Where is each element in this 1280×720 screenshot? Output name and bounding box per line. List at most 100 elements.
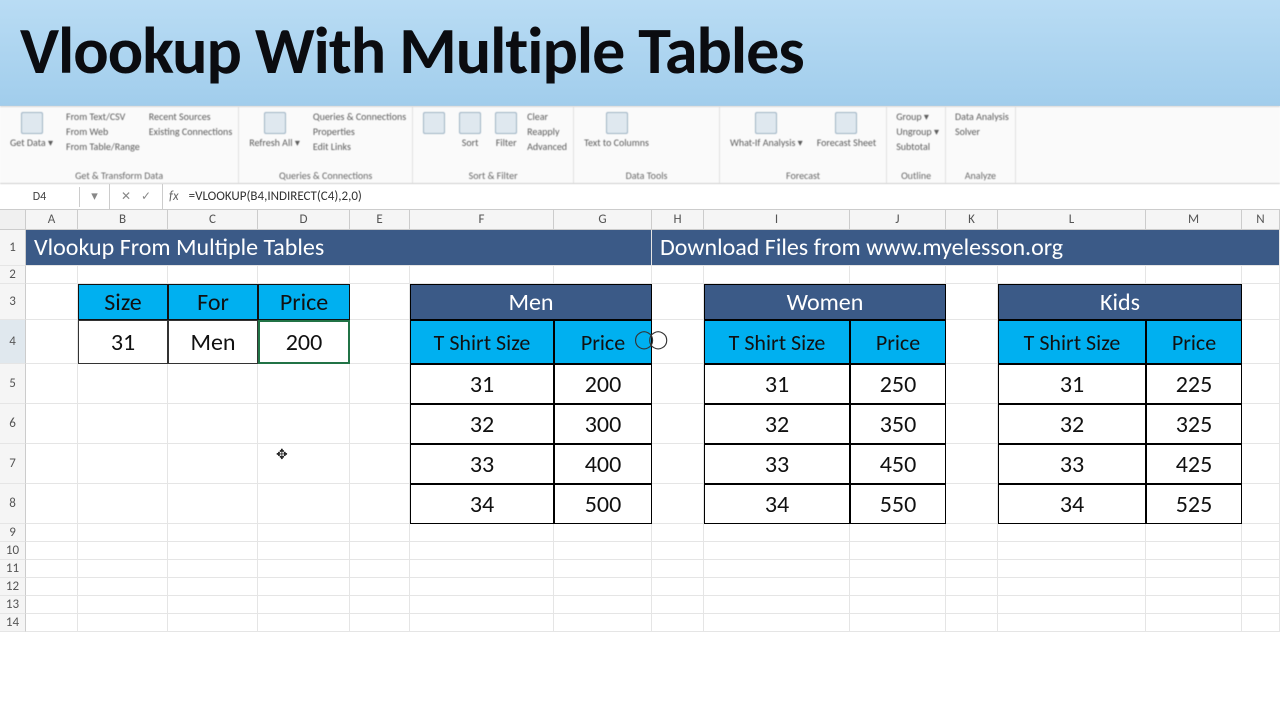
cell-H3[interactable] [652, 284, 704, 320]
col-header-A[interactable]: A [26, 210, 78, 230]
cell-D3[interactable]: Price [258, 284, 350, 320]
cell-N13[interactable] [1242, 596, 1280, 614]
cell-E6[interactable] [350, 404, 410, 444]
cell-L9[interactable] [998, 524, 1146, 542]
cell-G5[interactable]: 200 [554, 364, 652, 404]
cell-K3[interactable] [946, 284, 998, 320]
cell-C6[interactable] [168, 404, 258, 444]
cell-M14[interactable] [1146, 614, 1242, 632]
cell-L2[interactable] [998, 266, 1146, 284]
cell-M7[interactable]: 425 [1146, 444, 1242, 484]
cell-J8[interactable]: 550 [850, 484, 946, 524]
cell-G6[interactable]: 300 [554, 404, 652, 444]
cell-A3[interactable] [26, 284, 78, 320]
cell-I8[interactable]: 34 [704, 484, 850, 524]
cell-H6[interactable] [652, 404, 704, 444]
select-all-corner[interactable] [0, 210, 26, 230]
cell-B11[interactable] [78, 560, 168, 578]
cell-N9[interactable] [1242, 524, 1280, 542]
cell-J9[interactable] [850, 524, 946, 542]
cell-L11[interactable] [998, 560, 1146, 578]
spreadsheet-grid[interactable]: ABCDEFGHIJKLMN 1234567891011121314 Vlook… [0, 210, 1280, 720]
cell-E2[interactable] [350, 266, 410, 284]
cell-A9[interactable] [26, 524, 78, 542]
row-header-14[interactable]: 14 [0, 614, 26, 632]
name-box-dropdown[interactable]: ▾ [80, 184, 110, 209]
cell-F12[interactable] [410, 578, 554, 596]
cell-B9[interactable] [78, 524, 168, 542]
column-headers[interactable]: ABCDEFGHIJKLMN [26, 210, 1280, 230]
cell-B10[interactable] [78, 542, 168, 560]
cell-F5[interactable]: 31 [410, 364, 554, 404]
cell-M9[interactable] [1146, 524, 1242, 542]
cell-A6[interactable] [26, 404, 78, 444]
cell-G8[interactable]: 500 [554, 484, 652, 524]
cell-B12[interactable] [78, 578, 168, 596]
cell-B3[interactable]: Size [78, 284, 168, 320]
cell-C10[interactable] [168, 542, 258, 560]
cell-H9[interactable] [652, 524, 704, 542]
cell-A2[interactable] [26, 266, 78, 284]
cell-D4[interactable]: 200 [258, 320, 350, 364]
row-header-4[interactable]: 4 [0, 320, 26, 364]
cell-H12[interactable] [652, 578, 704, 596]
cell-E8[interactable] [350, 484, 410, 524]
cell-E11[interactable] [350, 560, 410, 578]
cell-B13[interactable] [78, 596, 168, 614]
cell-H14[interactable] [652, 614, 704, 632]
row-header-12[interactable]: 12 [0, 578, 26, 596]
cell-M12[interactable] [1146, 578, 1242, 596]
cell-C4[interactable]: Men [168, 320, 258, 364]
cell-N7[interactable] [1242, 444, 1280, 484]
cell-C2[interactable] [168, 266, 258, 284]
cell-D2[interactable] [258, 266, 350, 284]
cell-A12[interactable] [26, 578, 78, 596]
cell-E7[interactable] [350, 444, 410, 484]
cell-M6[interactable]: 325 [1146, 404, 1242, 444]
cell-B2[interactable] [78, 266, 168, 284]
cell-A4[interactable] [26, 320, 78, 364]
cell-I3[interactable]: Women [704, 284, 946, 320]
cell-M11[interactable] [1146, 560, 1242, 578]
cell-C12[interactable] [168, 578, 258, 596]
cell-M10[interactable] [1146, 542, 1242, 560]
cell-E14[interactable] [350, 614, 410, 632]
cell-A10[interactable] [26, 542, 78, 560]
cell-C3[interactable]: For [168, 284, 258, 320]
cell-D11[interactable] [258, 560, 350, 578]
cell-E3[interactable] [350, 284, 410, 320]
row-header-9[interactable]: 9 [0, 524, 26, 542]
cell-D10[interactable] [258, 542, 350, 560]
cell-J5[interactable]: 250 [850, 364, 946, 404]
cell-M13[interactable] [1146, 596, 1242, 614]
cell-F8[interactable]: 34 [410, 484, 554, 524]
refresh-all-button[interactable]: Refresh All ▾ [245, 110, 304, 151]
cell-C7[interactable] [168, 444, 258, 484]
cell-G12[interactable] [554, 578, 652, 596]
col-header-C[interactable]: C [168, 210, 258, 230]
cell-G13[interactable] [554, 596, 652, 614]
forecast-sheet-button[interactable]: Forecast Sheet [813, 110, 881, 151]
cell-A8[interactable] [26, 484, 78, 524]
cell-K9[interactable] [946, 524, 998, 542]
row-headers[interactable]: 1234567891011121314 [0, 230, 26, 632]
cell-A14[interactable] [26, 614, 78, 632]
row-header-1[interactable]: 1 [0, 230, 26, 266]
cell-L6[interactable]: 32 [998, 404, 1146, 444]
cell-B4[interactable]: 31 [78, 320, 168, 364]
formula-input[interactable]: =VLOOKUP(B4,INDIRECT(C4),2,0) [185, 189, 366, 204]
get-data-button[interactable]: Get Data ▾ [6, 110, 57, 151]
cell-G10[interactable] [554, 542, 652, 560]
cell-L5[interactable]: 31 [998, 364, 1146, 404]
cell-K8[interactable] [946, 484, 998, 524]
cell-J14[interactable] [850, 614, 946, 632]
cell-G11[interactable] [554, 560, 652, 578]
cell-N12[interactable] [1242, 578, 1280, 596]
cell-C8[interactable] [168, 484, 258, 524]
cell-D5[interactable] [258, 364, 350, 404]
cell-I11[interactable] [704, 560, 850, 578]
cell-I13[interactable] [704, 596, 850, 614]
cell-G9[interactable] [554, 524, 652, 542]
cell-H8[interactable] [652, 484, 704, 524]
cell-I2[interactable] [704, 266, 850, 284]
